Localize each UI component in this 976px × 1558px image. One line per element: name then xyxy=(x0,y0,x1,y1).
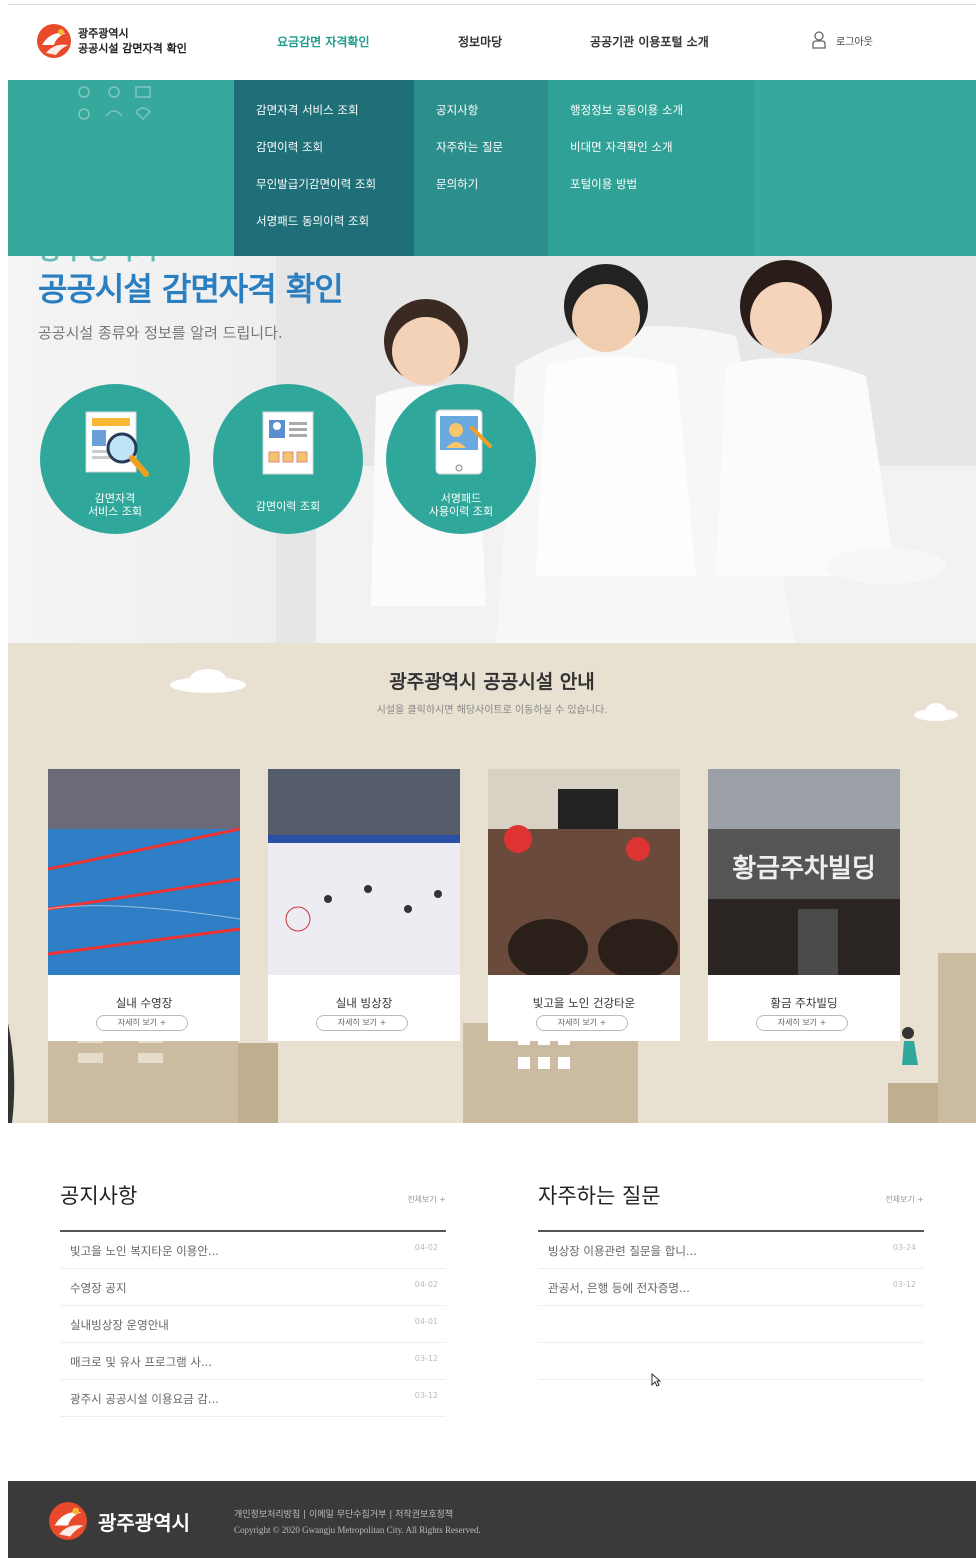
notice-date: 04-02 xyxy=(414,1280,438,1289)
page: 광주광역시 공공시설 감면자격 확인 요금감면 자격확인 정보마당 공공기관 이… xyxy=(0,0,976,1558)
hero-banner: 광주광역시 공공시설 감면자격 확인 공공시설 종류와 정보를 알려 드립니다.… xyxy=(8,256,976,643)
site-logo[interactable]: 광주광역시 공공시설 감면자격 확인 xyxy=(36,23,187,59)
id-card-icon xyxy=(262,411,314,475)
footer-logo[interactable]: 광주광역시 xyxy=(48,1501,190,1541)
accessibility-icons xyxy=(78,86,152,121)
more-button[interactable]: 자세히 보기 + xyxy=(96,1015,188,1031)
footer-logo-text: 광주광역시 xyxy=(98,1510,190,1535)
notice-date: 03-12 xyxy=(414,1391,438,1400)
facilities-section: 광주광역시 공공시설 안내 시설을 클릭하시면 해당사이트로 이동하실 수 있습… xyxy=(8,643,976,1123)
mega-menu: 감면자격 서비스 조회 감면이력 조회 무인발급기감면이력 조회 서명패드 동의… xyxy=(8,80,976,256)
notice-item[interactable]: 매크로 및 유사 프로그램 사... 03-12 xyxy=(60,1343,446,1380)
footer-links[interactable]: 개인정보처리방침 | 이메일 무단수집거부 | 저작권보호정책 xyxy=(234,1507,453,1520)
notice-title: 공지사항 xyxy=(60,1184,138,1208)
signature-pad-icon xyxy=(435,409,492,475)
menu-item-kiosk-history[interactable]: 무인발급기감면이력 조회 xyxy=(256,176,376,192)
site-footer: 광주광역시 개인정보처리방침 | 이메일 무단수집거부 | 저작권보호정책 Co… xyxy=(8,1481,976,1558)
nav-portal-intro[interactable]: 공공기관 이용포털 소개 xyxy=(590,33,709,50)
hero-title: 공공시설 감면자격 확인 xyxy=(38,270,344,308)
notice-item[interactable]: 광주시 공공시설 이용요금 감... 03-12 xyxy=(60,1380,446,1417)
senior-town-photo xyxy=(488,769,680,975)
faq-text: 빙상장 이용관련 질문을 합니... xyxy=(548,1244,697,1258)
nav-fee-reduction[interactable]: 요금감면 자격확인 xyxy=(277,33,370,50)
facility-name: 황금 주차빌딩 xyxy=(770,996,838,1010)
more-button[interactable]: 자세히 보기 + xyxy=(536,1015,628,1031)
notice-more-link[interactable]: 전체보기 + xyxy=(407,1194,446,1205)
menu-column-info: 공지사항 자주하는 질문 문의하기 xyxy=(414,80,548,256)
faq-empty-row xyxy=(538,1306,924,1343)
facilities-title: 광주광역시 공공시설 안내 xyxy=(389,671,595,693)
reduction-service-label: 감면자격 서비스 조회 xyxy=(87,492,143,518)
menu-item-reduction-service[interactable]: 감면자격 서비스 조회 xyxy=(256,102,359,118)
facility-card-ice-rink[interactable]: 실내 빙상장 자세히 보기 + xyxy=(268,769,460,1041)
hero-description: 공공시설 종류와 정보를 알려 드립니다. xyxy=(38,324,283,342)
ice-rink-photo xyxy=(268,769,460,975)
menu-item-contactless[interactable]: 비대면 자격확인 소개 xyxy=(570,139,673,155)
user-icon xyxy=(812,31,826,49)
menu-column-portal: 행정정보 공동이용 소개 비대면 자격확인 소개 포털이용 방법 xyxy=(548,80,754,256)
nav-info[interactable]: 정보마당 xyxy=(458,33,502,50)
menu-column-fee: 감면자격 서비스 조회 감면이력 조회 무인발급기감면이력 조회 서명패드 동의… xyxy=(234,80,414,256)
faq-empty-row xyxy=(538,1343,924,1380)
notice-text: 매크로 및 유사 프로그램 사... xyxy=(70,1355,212,1369)
footer-copyright: Copyright © 2020 Gwangju Metropolitan Ci… xyxy=(234,1525,481,1535)
notice-text: 실내빙상장 운영안내 xyxy=(70,1318,169,1332)
faq-more-link[interactable]: 전체보기 + xyxy=(885,1194,924,1205)
logo-line1: 광주광역시 xyxy=(78,27,129,40)
family-photo xyxy=(276,256,976,643)
site-header: 광주광역시 공공시설 감면자격 확인 요금감면 자격확인 정보마당 공공기관 이… xyxy=(8,4,976,80)
menu-item-notice[interactable]: 공지사항 xyxy=(436,102,478,118)
parking-photo: 황금주차빌딩 xyxy=(708,769,900,975)
notice-item[interactable]: 수영장 공지 04-02 xyxy=(60,1269,446,1306)
notice-date: 04-02 xyxy=(414,1243,438,1252)
notice-text: 광주시 공공시설 이용요금 감... xyxy=(70,1392,219,1406)
more-button[interactable]: 자세히 보기 + xyxy=(756,1015,848,1031)
faq-board: 자주하는 질문 전체보기 + 빙상장 이용관련 질문을 합니... 03-24 … xyxy=(538,1180,924,1380)
mouse-cursor-icon xyxy=(651,1373,661,1387)
logo-line2: 공공시설 감면자격 확인 xyxy=(78,42,187,55)
menu-item-faq[interactable]: 자주하는 질문 xyxy=(436,139,503,155)
faq-text: 관공서, 은행 등에 전자증명... xyxy=(548,1281,690,1295)
menu-item-inquiry[interactable]: 문의하기 xyxy=(436,176,478,192)
notice-date: 04-01 xyxy=(414,1317,438,1326)
menu-item-reduction-history[interactable]: 감면이력 조회 xyxy=(256,139,323,155)
reduction-history-label: 감면이력 조회 xyxy=(255,500,321,513)
facility-card-parking[interactable]: 황금주차빌딩 황금 주차빌딩 자세히 보기 + xyxy=(708,769,900,1041)
signpad-history-button[interactable]: 서명패드 사용이력 조회 xyxy=(386,384,536,534)
faq-item[interactable]: 빙상장 이용관련 질문을 합니... 03-24 xyxy=(538,1232,924,1269)
faq-date: 03-24 xyxy=(892,1243,916,1252)
facility-name: 빛고을 노인 건강타운 xyxy=(532,996,636,1010)
facility-name: 실내 수영장 xyxy=(115,996,173,1010)
faq-item[interactable]: 관공서, 은행 등에 전자증명... 03-12 xyxy=(538,1269,924,1306)
notice-board: 공지사항 전체보기 + 빛고을 노인 복지타운 이용안... 04-02 수영장… xyxy=(60,1180,446,1417)
more-button[interactable]: 자세히 보기 + xyxy=(316,1015,408,1031)
reduction-service-button[interactable]: 감면자격 서비스 조회 xyxy=(40,384,190,534)
notice-item[interactable]: 빛고을 노인 복지타운 이용안... 04-02 xyxy=(60,1232,446,1269)
notice-item[interactable]: 실내빙상장 운영안내 04-01 xyxy=(60,1306,446,1343)
menu-item-admin-info[interactable]: 행정정보 공동이용 소개 xyxy=(570,102,683,118)
gwangju-logo-icon xyxy=(49,1502,87,1540)
notice-text: 수영장 공지 xyxy=(70,1281,127,1295)
gwangju-logo-icon xyxy=(37,24,71,58)
parking-sign-text: 황금주차빌딩 xyxy=(732,854,876,884)
pool-photo xyxy=(48,769,240,975)
menu-item-portal-guide[interactable]: 포털이용 방법 xyxy=(570,176,637,192)
notice-text: 빛고을 노인 복지타운 이용안... xyxy=(70,1244,219,1258)
notice-date: 03-12 xyxy=(414,1354,438,1363)
facilities-description: 시설을 클릭하시면 해당사이트로 이동하실 수 있습니다. xyxy=(376,705,608,716)
reduction-history-button[interactable]: 감면이력 조회 xyxy=(213,384,363,534)
facility-card-pool[interactable]: 실내 수영장 자세히 보기 + xyxy=(48,769,240,1041)
search-document-icon xyxy=(85,411,149,477)
facility-name: 실내 빙상장 xyxy=(335,996,393,1010)
menu-item-signpad-consent[interactable]: 서명패드 동의이력 조회 xyxy=(256,213,369,229)
logout-button[interactable]: 로그아웃 xyxy=(812,31,873,49)
faq-title: 자주하는 질문 xyxy=(538,1184,661,1208)
facility-card-senior-town[interactable]: 빛고을 노인 건강타운 자세히 보기 + xyxy=(488,769,680,1041)
faq-date: 03-12 xyxy=(892,1280,916,1289)
logout-label: 로그아웃 xyxy=(836,36,873,48)
signpad-history-label: 서명패드 사용이력 조회 xyxy=(428,492,494,518)
